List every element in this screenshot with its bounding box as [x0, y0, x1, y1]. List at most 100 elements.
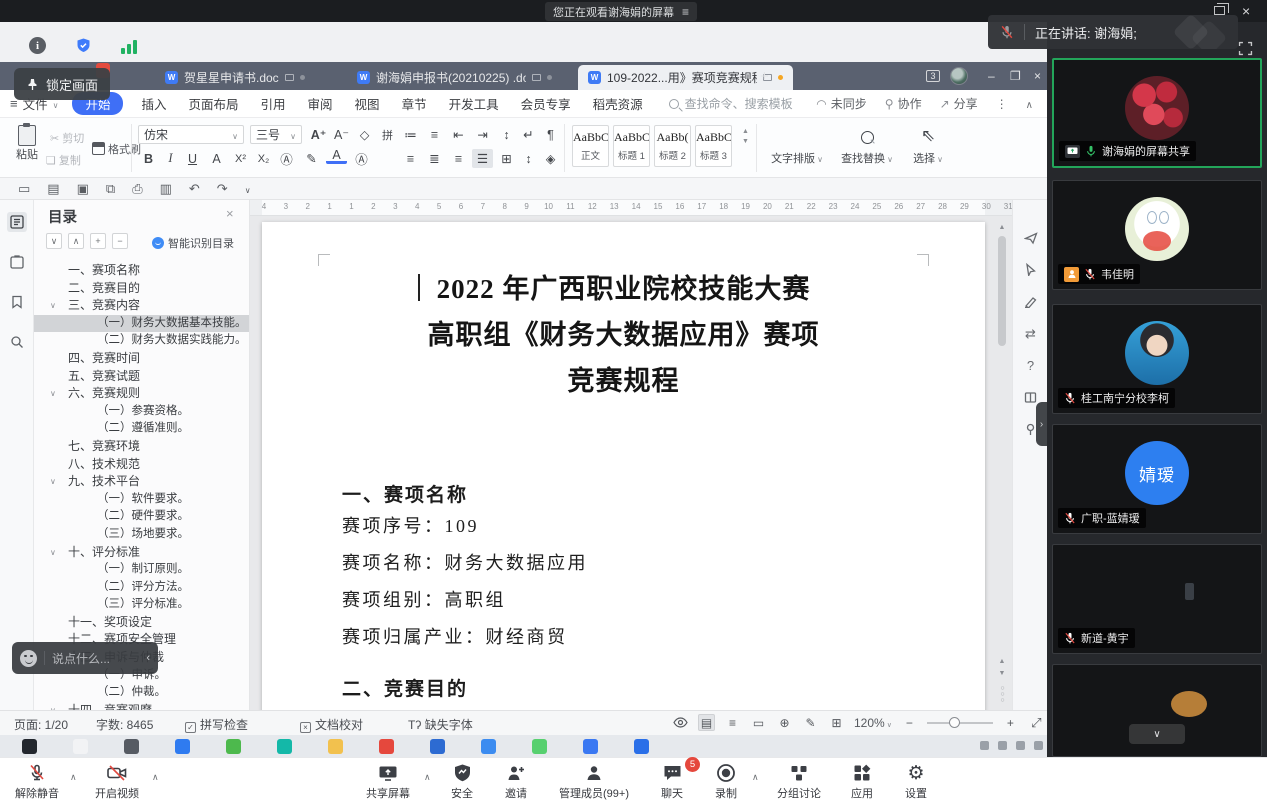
- share-button[interactable]: 分享: [940, 95, 978, 112]
- window-close-icon[interactable]: [1242, 2, 1250, 20]
- increase-font-icon[interactable]: [308, 125, 329, 144]
- print-preview-icon[interactable]: [160, 182, 172, 195]
- scroll-down-icon[interactable]: ▼: [742, 138, 749, 145]
- wps-close-icon[interactable]: ×: [1034, 69, 1041, 83]
- toc-item[interactable]: 六、竞赛规则: [34, 385, 250, 403]
- toc-item[interactable]: 一、赛项名称: [34, 262, 250, 280]
- taskbar-app-icon[interactable]: [277, 739, 292, 754]
- font-size-select[interactable]: 三号: [250, 125, 302, 144]
- menu-item[interactable]: 引用: [261, 94, 286, 113]
- web-view-icon[interactable]: [776, 714, 793, 731]
- pinyin-guide-icon[interactable]: [377, 125, 398, 144]
- menu-item[interactable]: 章节: [402, 94, 427, 113]
- toc-item[interactable]: （一）制订原则。: [34, 561, 250, 579]
- char-shading-icon[interactable]: [206, 149, 227, 168]
- select-tool[interactable]: 选择: [906, 126, 950, 166]
- taskbar-app-icon[interactable]: [532, 739, 547, 754]
- record-button[interactable]: 录制: [706, 761, 746, 800]
- sort-icon[interactable]: [496, 125, 517, 144]
- save-icon[interactable]: [77, 182, 89, 195]
- toc-item[interactable]: （二）评分方法。: [34, 579, 250, 597]
- zoom-in-icon[interactable]: [1002, 714, 1019, 731]
- wps-minimize-icon[interactable]: –: [988, 69, 995, 83]
- eye-protect-icon[interactable]: [672, 714, 689, 731]
- start-video-button[interactable]: 开启视频: [88, 761, 146, 800]
- scrollbar-thumb[interactable]: [998, 236, 1006, 346]
- style-card[interactable]: AaBbC 正文: [572, 125, 609, 167]
- doc-tab-1[interactable]: W 贺星星申请书.doc: [155, 65, 315, 90]
- toc-item[interactable]: 十一、奖项设定: [34, 614, 250, 632]
- numbered-list-icon[interactable]: [424, 125, 445, 144]
- invite-button[interactable]: 邀请: [496, 761, 536, 800]
- zoom-slider-knob[interactable]: [949, 717, 960, 728]
- collaborate-button[interactable]: 协作: [885, 95, 922, 112]
- zoom-level[interactable]: 120%: [854, 716, 892, 730]
- collapse-chat-icon[interactable]: [146, 652, 150, 664]
- smart-toc-button[interactable]: 智能识别目录: [152, 235, 234, 251]
- meeting-info-icon[interactable]: [29, 37, 46, 54]
- align-center-icon[interactable]: [424, 149, 445, 168]
- clear-format-icon[interactable]: [354, 125, 375, 144]
- outline-panel-icon[interactable]: [7, 212, 27, 232]
- vertical-scrollbar[interactable]: ▲ ▲ ▼: [998, 222, 1006, 702]
- record-options-chevron[interactable]: [752, 772, 759, 783]
- audio-options-chevron[interactable]: [70, 772, 77, 783]
- scroll-participants-down-button[interactable]: [1129, 724, 1185, 744]
- more-options-icon[interactable]: [996, 97, 1008, 111]
- collapse-level-icon[interactable]: −: [112, 233, 128, 249]
- text-direction-icon[interactable]: [518, 125, 539, 144]
- superscript-button[interactable]: [230, 149, 251, 168]
- participant-tile-sharing[interactable]: 谢海娟的屏幕共享: [1052, 58, 1262, 168]
- toc-item[interactable]: 二、竞赛目的: [34, 280, 250, 298]
- next-page-icon[interactable]: ▼: [998, 670, 1006, 677]
- panel-collapse-handle[interactable]: [1036, 402, 1047, 446]
- print-icon[interactable]: [132, 182, 142, 195]
- expand-all-icon[interactable]: ∨: [46, 233, 62, 249]
- participant-tile[interactable]: 婧瑷 广职-蓝婧瑷: [1052, 424, 1262, 534]
- toc-item[interactable]: 七、竞赛环境: [34, 438, 250, 456]
- toc-item[interactable]: （三）场地要求。: [34, 526, 250, 544]
- bold-button[interactable]: [138, 149, 159, 168]
- menu-item[interactable]: 开发工具: [449, 94, 499, 113]
- toc-item[interactable]: 十四、竞赛观摩: [34, 702, 250, 710]
- page-view-icon[interactable]: [698, 714, 715, 731]
- bookmark-panel-icon[interactable]: [7, 292, 27, 312]
- paste-button[interactable]: 粘贴: [12, 125, 42, 162]
- subscript-button[interactable]: [253, 149, 274, 168]
- toc-item[interactable]: （二）遵循准则。: [34, 420, 250, 438]
- cut-button[interactable]: 剪切: [50, 130, 84, 146]
- decrease-font-icon[interactable]: [331, 125, 352, 144]
- highlighter-icon[interactable]: [1021, 292, 1040, 311]
- toc-item[interactable]: 四、竞赛时间: [34, 350, 250, 368]
- participant-tile[interactable]: 新道-黄宇: [1052, 544, 1262, 654]
- font-color-button[interactable]: [326, 149, 347, 164]
- toc-item[interactable]: （三）评分标准。: [34, 596, 250, 614]
- participant-tile[interactable]: 桂工南宁分校李柯: [1052, 304, 1262, 414]
- customize-toolbar-icon[interactable]: [245, 182, 251, 195]
- align-left-icon[interactable]: [400, 149, 421, 168]
- char-border-icon[interactable]: [351, 149, 372, 168]
- participant-tile[interactable]: 韦佳明: [1052, 180, 1262, 290]
- toc-item[interactable]: （二）仲裁。: [34, 684, 250, 702]
- find-replace-tool[interactable]: 查找替换: [836, 126, 898, 166]
- menu-item[interactable]: 会员专享: [521, 94, 571, 113]
- style-card[interactable]: AaBbC 标题 1: [613, 125, 650, 167]
- taskbar-app-icon[interactable]: [124, 739, 139, 754]
- bullet-list-icon[interactable]: [400, 125, 421, 144]
- taskbar-app-icon[interactable]: [430, 739, 445, 754]
- menu-item[interactable]: 稻壳资源: [593, 94, 643, 113]
- fullscreen-view-icon[interactable]: [1028, 714, 1045, 731]
- emoji-icon[interactable]: [20, 650, 37, 667]
- help-icon[interactable]: ?: [1021, 356, 1040, 375]
- italic-button[interactable]: [160, 149, 181, 168]
- style-card[interactable]: AaBbCc 标题 3: [695, 125, 732, 167]
- fit-page-icon[interactable]: [828, 714, 845, 731]
- share-screen-button[interactable]: 共享屏幕: [358, 761, 418, 800]
- redo-icon[interactable]: [217, 182, 228, 195]
- account-avatar[interactable]: [950, 67, 968, 85]
- lock-view-tooltip[interactable]: 锁定画面: [14, 68, 110, 100]
- tray-icon[interactable]: [998, 741, 1007, 750]
- chat-input[interactable]: 说点什么...: [52, 650, 139, 667]
- taskbar-app-icon[interactable]: [22, 739, 37, 754]
- menu-item[interactable]: 视图: [355, 94, 380, 113]
